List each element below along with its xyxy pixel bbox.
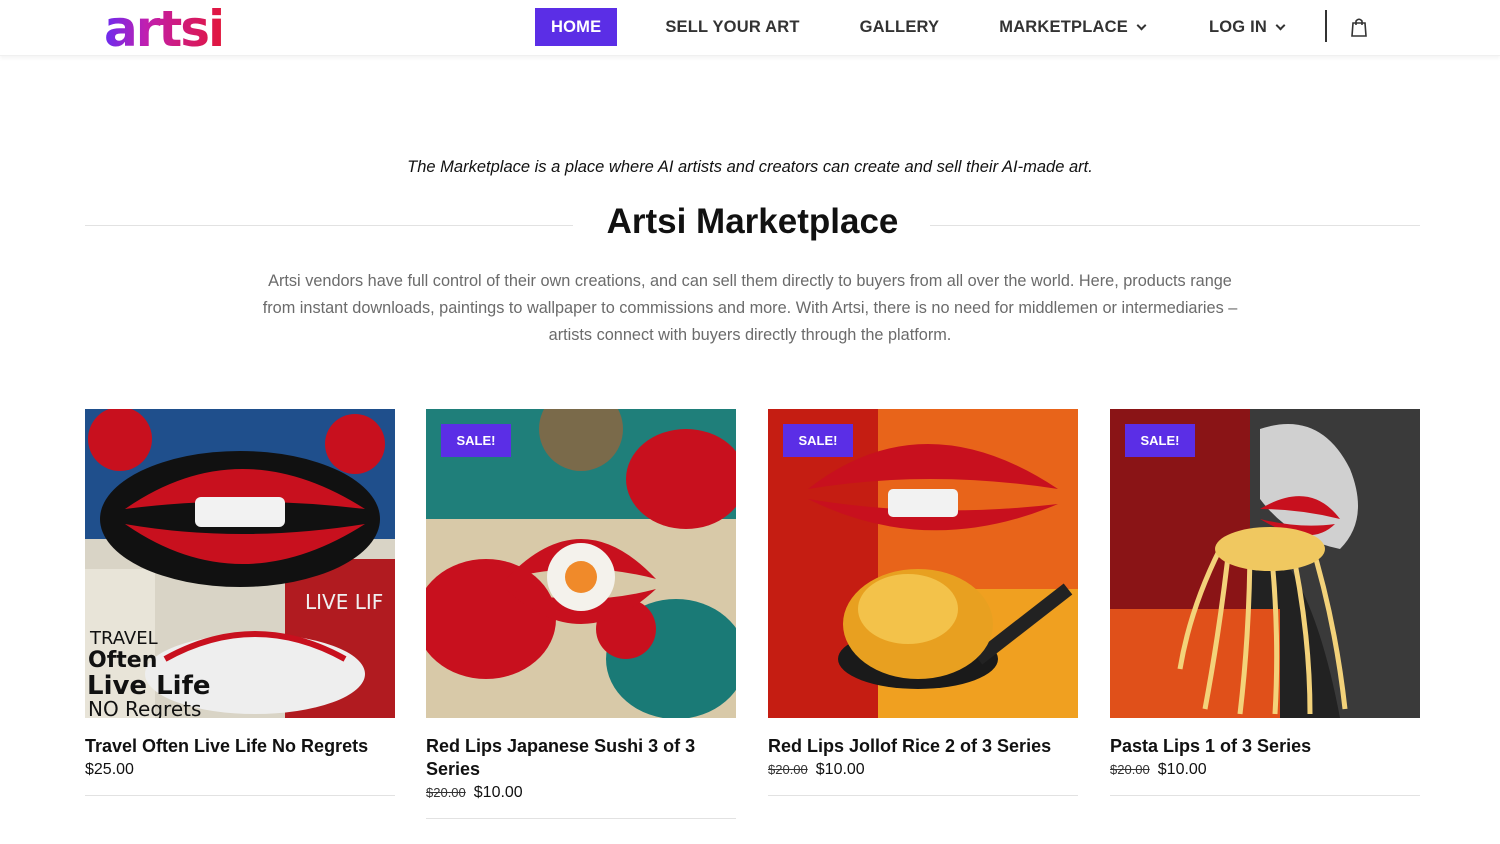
current-price: $25.00	[85, 761, 134, 778]
marketplace-description: Artsi vendors have full control of their…	[262, 272, 1238, 344]
nav-login-label: LOG IN	[1208, 17, 1267, 36]
main-nav: HOME SELL YOUR ART GALLERY MARKETPLACE L…	[535, 8, 1286, 46]
product-card: TRAVEL Often Live Life NO Regrets LIVE L…	[85, 409, 395, 796]
artsi-logo[interactable]: artsi	[104, 0, 250, 52]
marketplace-tagline: The Marketplace is a place where AI arti…	[407, 158, 1093, 176]
product-price: $20.00 $10.00	[426, 782, 736, 804]
product-card: SALE! Pasta Lips 1 of 3 Series $20.00 $10…	[1110, 409, 1420, 796]
nav-sell-label: SELL YOUR ART	[665, 17, 800, 36]
nav-marketplace-label: MARKETPLACE	[999, 17, 1128, 36]
page-title: Artsi Marketplace	[606, 202, 899, 241]
nav-home[interactable]: HOME	[535, 8, 618, 46]
sale-badge: SALE!	[783, 424, 853, 457]
nav-home-label: HOME	[551, 17, 602, 36]
product-divider	[85, 795, 395, 796]
nav-gallery[interactable]: GALLERY	[860, 8, 940, 46]
title-row: Artsi Marketplace	[85, 200, 1420, 250]
product-divider	[1110, 795, 1420, 796]
original-price: $20.00	[426, 785, 466, 800]
current-price: $10.00	[1157, 761, 1207, 778]
product-card: SALE! Red Lips Japanese Sushi 3 of 3 Ser…	[426, 409, 736, 819]
svg-text:Often: Often	[88, 648, 157, 673]
product-divider	[768, 795, 1078, 796]
site-header: artsi HOME SELL YOUR ART GALLERY MARKETP…	[0, 0, 1500, 56]
sale-badge: SALE!	[441, 424, 511, 457]
nav-sell-your-art[interactable]: SELL YOUR ART	[665, 8, 799, 46]
sale-badge: SALE!	[1125, 424, 1195, 457]
nav-divider	[1325, 10, 1327, 42]
original-price: $20.00	[1110, 762, 1150, 777]
product-title[interactable]: Red Lips Jollof Rice 2 of 3 Series	[768, 735, 1078, 758]
chevron-down-icon	[1275, 20, 1286, 30]
nav-log-in[interactable]: LOG IN	[1208, 8, 1286, 46]
svg-text:TRAVEL: TRAVEL	[89, 628, 158, 649]
product-image-travel-often[interactable]: TRAVEL Often Live Life NO Regrets LIVE L…	[85, 409, 395, 718]
product-divider	[426, 818, 736, 819]
original-price: $20.00	[768, 762, 808, 777]
product-card: SALE! Red Lips Jollof Rice 2 of 3 Series…	[768, 409, 1078, 796]
chevron-down-icon	[1136, 20, 1147, 30]
product-price: $20.00 $10.00	[1110, 759, 1420, 781]
product-image-pasta-lips[interactable]: SALE!	[1110, 409, 1420, 718]
product-image-jollof-rice[interactable]: SALE!	[768, 409, 1078, 718]
product-title[interactable]: Travel Often Live Life No Regrets	[85, 735, 395, 758]
product-image-japanese-sushi[interactable]: SALE!	[426, 409, 736, 718]
nav-marketplace[interactable]: MARKETPLACE	[999, 8, 1147, 46]
artsi-logo-mark: artsi	[104, 0, 225, 52]
product-price: $20.00 $10.00	[768, 759, 1078, 781]
shopping-bag-icon[interactable]	[1350, 17, 1368, 37]
svg-text:LIVE LIF: LIVE LIF	[305, 590, 383, 614]
product-title[interactable]: Red Lips Japanese Sushi 3 of 3 Series	[426, 735, 736, 781]
current-price: $10.00	[473, 784, 523, 801]
nav-gallery-label: GALLERY	[859, 17, 940, 36]
svg-text:NO Regrets: NO Regrets	[88, 697, 201, 718]
product-price: $25.00	[85, 759, 395, 781]
svg-text:artsi: artsi	[104, 0, 223, 52]
product-title[interactable]: Pasta Lips 1 of 3 Series	[1110, 735, 1420, 758]
current-price: $10.00	[815, 761, 865, 778]
